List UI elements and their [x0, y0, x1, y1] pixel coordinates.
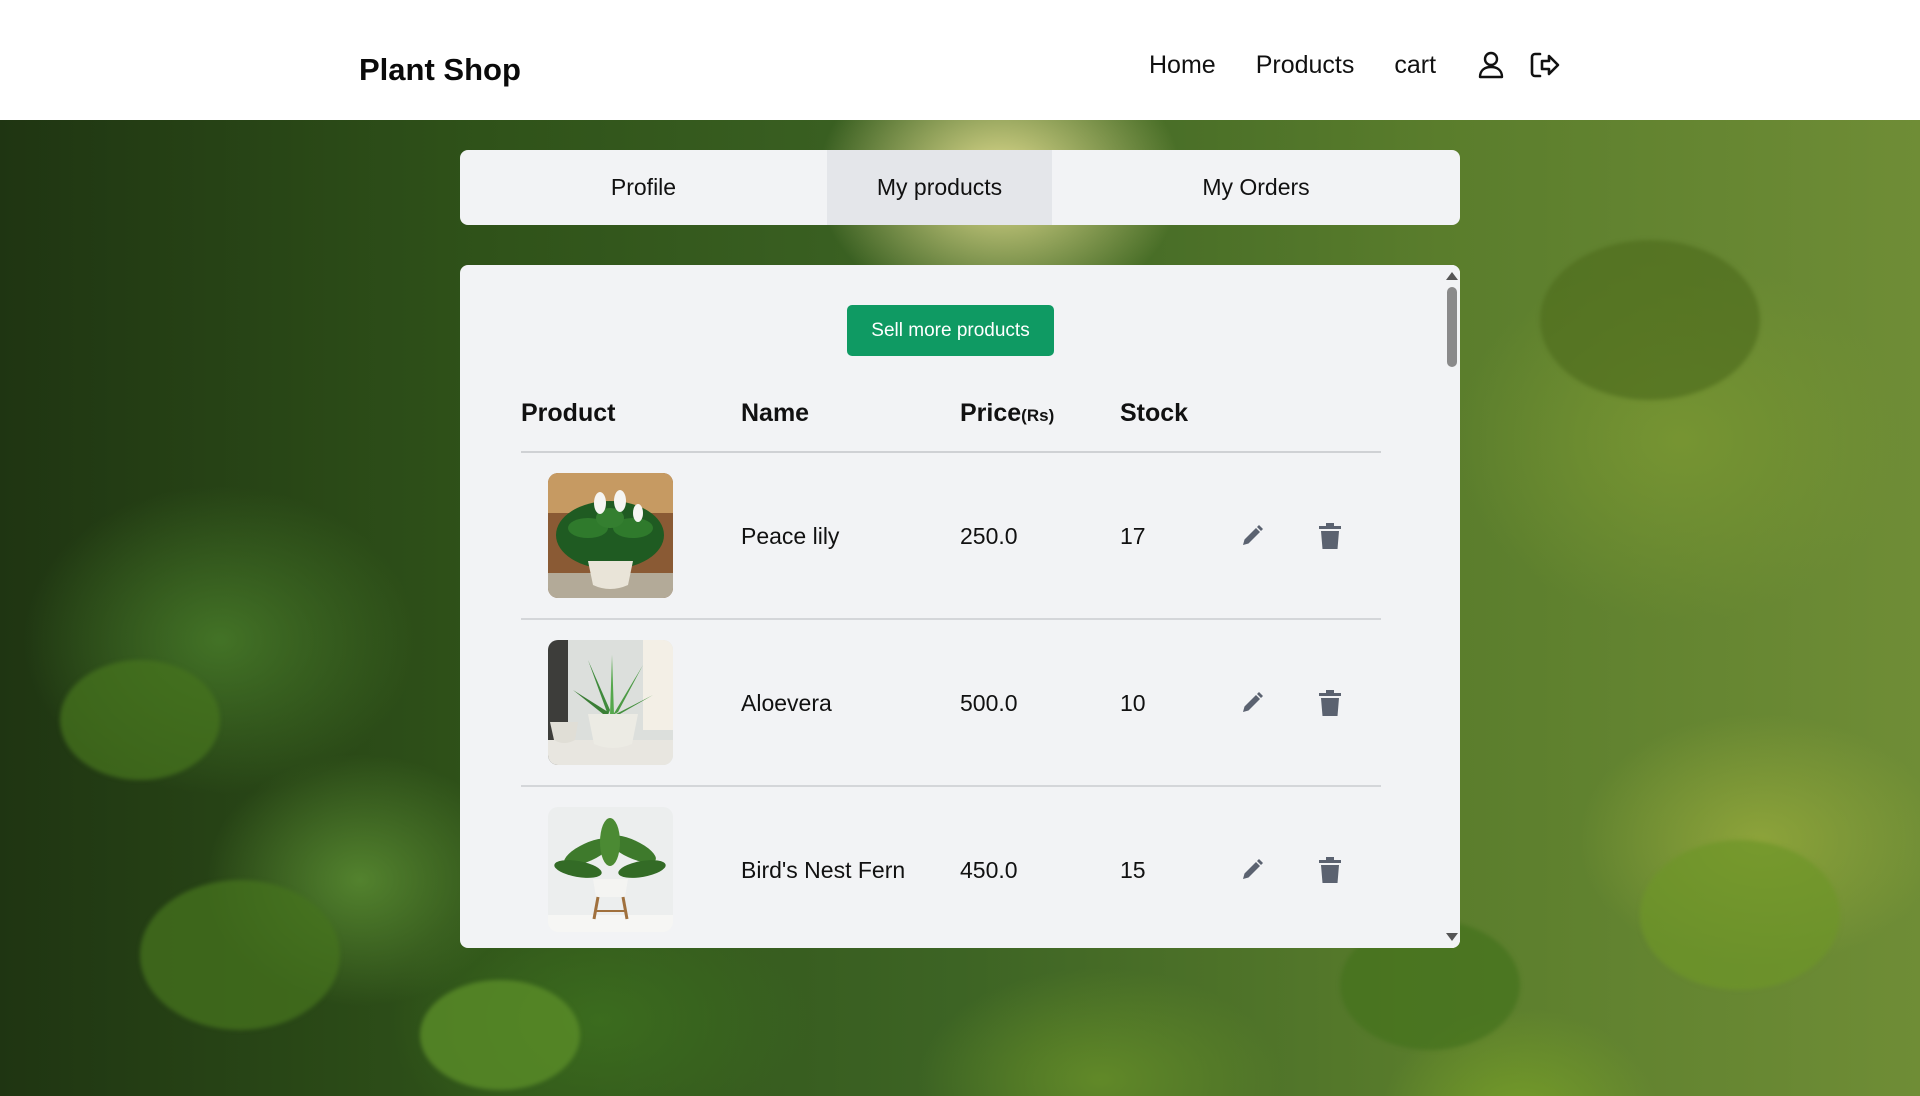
- header-stock: Stock: [1120, 399, 1189, 427]
- product-name: Aloevera: [741, 690, 832, 716]
- brand-logo[interactable]: Plant Shop: [359, 52, 521, 88]
- scroll-down-arrow-icon[interactable]: [1446, 933, 1458, 941]
- nav-home[interactable]: Home: [1149, 51, 1216, 80]
- pencil-icon[interactable]: [1237, 521, 1267, 551]
- table-row: Aloevera 500.0 10: [460, 620, 1460, 787]
- user-icon[interactable]: [1476, 50, 1506, 80]
- sell-more-products-button[interactable]: Sell more products: [847, 305, 1054, 356]
- header-price: Price(Rs): [960, 399, 1054, 428]
- product-stock: 17: [1120, 523, 1146, 549]
- scrollbar-thumb[interactable]: [1447, 287, 1457, 367]
- nav-products[interactable]: Products: [1256, 51, 1355, 80]
- account-tabs: Profile My products My Orders: [460, 150, 1460, 225]
- product-stock: 15: [1120, 857, 1146, 883]
- tab-my-orders[interactable]: My Orders: [1052, 150, 1460, 225]
- top-navbar: Plant Shop Home Products cart: [0, 0, 1920, 120]
- pencil-icon[interactable]: [1237, 855, 1267, 885]
- logout-icon[interactable]: [1530, 50, 1560, 80]
- nav-cart[interactable]: cart: [1394, 51, 1436, 80]
- product-name: Peace lily: [741, 523, 840, 549]
- my-products-panel: Sell more products Product Name Price(Rs…: [460, 265, 1460, 948]
- product-image-peace-lily: [548, 473, 673, 598]
- product-name: Bird's Nest Fern: [741, 857, 906, 883]
- pencil-icon[interactable]: [1237, 688, 1267, 718]
- header-price-label: Price: [960, 399, 1022, 427]
- header-price-unit: (Rs): [1021, 406, 1055, 425]
- tab-profile[interactable]: Profile: [460, 150, 827, 225]
- product-image-aloevera: [548, 640, 673, 765]
- product-image-birds-nest-fern: [548, 807, 673, 932]
- trash-icon[interactable]: [1315, 521, 1345, 551]
- product-price: 450.0: [960, 857, 1018, 883]
- trash-icon[interactable]: [1315, 855, 1345, 885]
- trash-icon[interactable]: [1315, 688, 1345, 718]
- table-row: Peace lily 250.0 17: [460, 453, 1460, 620]
- table-row: Bird's Nest Fern 450.0 15: [460, 787, 1460, 948]
- nav-links: Home Products cart: [1149, 50, 1584, 80]
- header-name: Name: [741, 399, 810, 427]
- tab-my-products[interactable]: My products: [827, 150, 1052, 225]
- panel-scrollbar[interactable]: [1443, 265, 1460, 948]
- product-price: 250.0: [960, 523, 1018, 549]
- scroll-up-arrow-icon[interactable]: [1446, 272, 1458, 280]
- product-price: 500.0: [960, 690, 1018, 716]
- product-stock: 10: [1120, 690, 1146, 716]
- header-product: Product: [521, 399, 616, 427]
